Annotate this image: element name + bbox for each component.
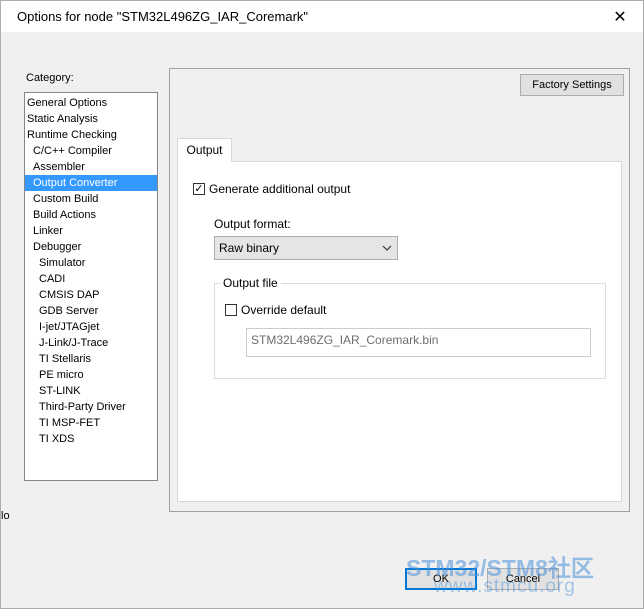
generate-output-label[interactable]: Generate additional output [209,182,350,196]
category-item[interactable]: Assembler [25,159,157,175]
category-item[interactable]: TI Stellaris [25,351,157,367]
options-dialog: Options for node "STM32L496ZG_IAR_Corema… [0,0,644,609]
output-format-select[interactable]: Raw binary [214,236,398,260]
category-item[interactable]: J-Link/J-Trace [25,335,157,351]
category-item[interactable]: CADI [25,271,157,287]
category-item[interactable]: Custom Build [25,191,157,207]
output-format-value: Raw binary [219,241,280,255]
category-item[interactable]: General Options [25,95,157,111]
clipped-text: lo [1,510,10,522]
category-item[interactable]: TI MSP-FET [25,415,157,431]
override-default-label[interactable]: Override default [241,303,326,317]
title-bar[interactable]: Options for node "STM32L496ZG_IAR_Corema… [1,1,643,32]
category-item[interactable]: Simulator [25,255,157,271]
category-list[interactable]: General Options Static Analysis Runtime Ch… [24,92,158,481]
close-button[interactable]: ✕ [597,1,643,32]
tab-output[interactable]: Output [177,138,232,162]
window-title: Options for node "STM32L496ZG_IAR_Corema… [17,9,309,24]
output-file-value: STM32L496ZG_IAR_Coremark.bin [251,333,439,347]
close-icon: ✕ [613,8,627,26]
category-item[interactable]: I-jet/JTAGjet [25,319,157,335]
category-item[interactable]: C/C++ Compiler [25,143,157,159]
output-file-field: STM32L496ZG_IAR_Coremark.bin [246,328,591,357]
category-item[interactable]: Third-Party Driver [25,399,157,415]
watermark-url: www.stmcu.org [434,576,576,597]
category-item[interactable]: PE micro [25,367,157,383]
category-item[interactable]: GDB Server [25,303,157,319]
category-item[interactable]: Output Converter [25,175,157,191]
category-item[interactable]: ST-LINK [25,383,157,399]
chevron-down-icon [382,245,392,251]
category-item[interactable]: Build Actions [25,207,157,223]
category-item[interactable]: Debugger [25,239,157,255]
category-item[interactable]: Runtime Checking [25,127,157,143]
generate-output-checkbox[interactable]: ✓ [193,183,205,195]
output-file-legend: Output file [220,276,281,290]
category-item[interactable]: Linker [25,223,157,239]
category-label: Category: [26,72,74,84]
override-default-checkbox[interactable] [225,304,237,316]
category-item[interactable]: Static Analysis [25,111,157,127]
factory-settings-button[interactable]: Factory Settings [520,74,624,96]
checkmark-icon: ✓ [194,183,204,195]
category-item[interactable]: CMSIS DAP [25,287,157,303]
category-item[interactable]: TI XDS [25,431,157,447]
output-format-label: Output format: [214,217,291,231]
